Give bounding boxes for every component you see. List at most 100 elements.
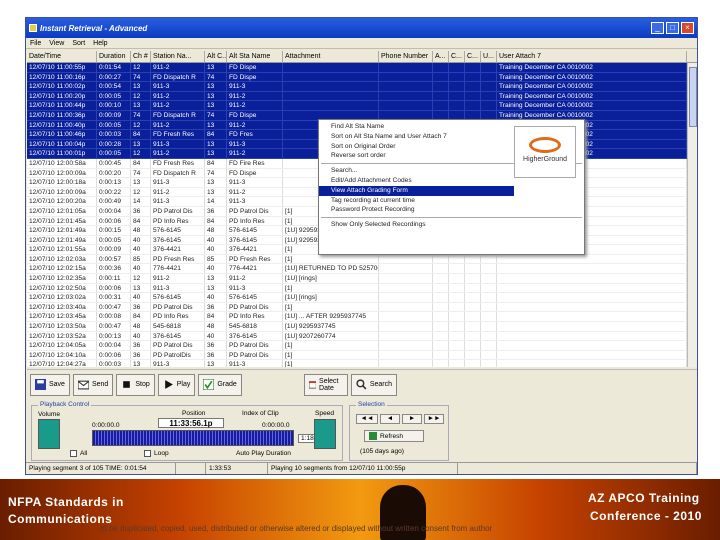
menu-file[interactable]: File (30, 40, 41, 47)
prev-button[interactable]: ◄ (380, 414, 400, 424)
table-cell (481, 283, 497, 293)
column-header[interactable]: Alt Sta Name (227, 51, 283, 62)
table-cell: 36 (205, 206, 227, 216)
column-header[interactable]: Ch # (131, 51, 151, 62)
loop-checkbox[interactable] (144, 450, 151, 457)
table-row[interactable]: 12/07/10 11:00:44p 0:00:10 13 911-2 13 911-2 T… (27, 101, 697, 111)
title-bar[interactable]: Instant Retrieval - Advanced _ □ × (26, 18, 697, 38)
table-cell (497, 293, 687, 302)
table-cell: 13 (131, 82, 151, 91)
table-row[interactable]: 12/07/10 12:04:05a 0:00:04 36 PD Patrol Dis… (27, 341, 697, 351)
column-header[interactable]: Station Na... (151, 51, 205, 62)
refresh-button[interactable]: Refresh (364, 430, 424, 442)
table-cell: 911-2 (151, 274, 205, 283)
column-header[interactable]: Duration (97, 51, 131, 62)
table-row[interactable]: 12/07/10 12:04:10a 0:00:06 36 PD PatrolDis 3… (27, 350, 697, 361)
table-cell: 0:00:05 (97, 120, 131, 130)
column-header[interactable]: A... (433, 51, 449, 62)
table-cell: 12/07/10 12:03:52a (27, 331, 97, 341)
table-row[interactable]: 12/07/10 12:02:03a 0:00:57 85 PD Fresh Res 8… (27, 254, 697, 265)
table-cell: 13 (131, 360, 151, 367)
scroll-thumb[interactable] (689, 67, 697, 127)
table-cell (433, 63, 449, 72)
table-row[interactable]: 12/07/10 12:03:50a 0:00:47 48 545-6818 48 545… (27, 322, 697, 332)
table-cell (283, 91, 379, 101)
maximize-button[interactable]: □ (666, 22, 679, 34)
table-row[interactable]: 12/07/10 12:03:52a 0:00:13 40 376-6145 40 376… (27, 331, 697, 342)
context-menu-item[interactable]: Sort on Original Order (319, 142, 514, 152)
column-header[interactable]: Date/Time (27, 51, 97, 62)
table-row[interactable]: 12/07/10 12:04:27a 0:00:03 13 911-3 13 911-3[… (27, 360, 697, 367)
first-button[interactable]: ◄◄ (356, 414, 378, 424)
context-menu-item[interactable]: Find Alt Sta Name (319, 122, 514, 132)
recordings-grid[interactable]: Date/Time Duration Ch # Station Na... Alt C.… (27, 51, 697, 367)
refresh-label: Refresh (380, 432, 404, 440)
table-row[interactable]: 12/07/10 11:00:16p 0:00:27 74 FD Dispatch R… (27, 72, 697, 83)
menu-sort[interactable]: Sort (72, 40, 85, 47)
table-row[interactable]: 12/07/10 12:02:50a 0:00:06 13 911-3 13 911-3[… (27, 283, 697, 294)
send-label: Send (91, 381, 109, 388)
table-cell: 84 (131, 158, 151, 168)
column-header[interactable]: User Attach 7 (497, 51, 687, 62)
table-cell (465, 341, 481, 350)
context-menu-item[interactable]: Reverse sort order (319, 151, 514, 161)
table-cell (283, 63, 379, 72)
table-cell: 12/07/10 12:00:09a (27, 168, 97, 178)
save-button[interactable]: Save (30, 373, 70, 396)
table-cell: 12/07/10 12:02:15a (27, 264, 97, 274)
table-cell: 911-2 (151, 187, 205, 197)
speed-slider[interactable] (314, 419, 336, 449)
table-row[interactable]: 12/07/10 12:03:02a 0:00:31 40 576-6145 40 576… (27, 293, 697, 303)
volume-slider[interactable] (38, 419, 60, 449)
menu-view[interactable]: View (49, 40, 64, 47)
context-menu-item[interactable]: Password Protect Recording (319, 205, 514, 215)
table-row[interactable]: 12/07/10 12:02:35a 0:00:11 12 911-2 13 911-2[… (27, 274, 697, 284)
column-header[interactable]: Attachment (283, 51, 379, 62)
table-row[interactable]: 12/07/10 11:00:02p 0:00:54 13 911-3 13 911-3 T… (27, 82, 697, 92)
column-header[interactable]: Alt C... (205, 51, 227, 62)
select-date-button[interactable]: Select Date (303, 373, 348, 396)
table-cell (481, 72, 497, 82)
minimize-button[interactable]: _ (651, 22, 664, 34)
context-menu-item[interactable]: Sort on Alt Sta Name and User Attach 7 (319, 132, 514, 142)
stop-button[interactable]: Stop (116, 373, 155, 396)
context-menu-item[interactable]: Show Only Selected Recordings (319, 220, 514, 230)
table-cell: Training December CA 0010002 (497, 91, 687, 101)
table-cell (497, 331, 687, 341)
table-cell: FD Dispatch R (151, 72, 205, 82)
table-row[interactable]: 12/07/10 12:03:45a 0:00:08 84 PD Info Res 84… (27, 312, 697, 323)
search-button[interactable]: Search (350, 373, 398, 396)
last-button[interactable]: ►► (424, 414, 444, 424)
table-row[interactable]: 12/07/10 11:00:20p 0:00:05 12 911-2 13 911-2 T… (27, 91, 697, 102)
table-cell (433, 350, 449, 360)
waveform-track[interactable] (92, 430, 294, 446)
play-button[interactable]: Play (157, 373, 196, 396)
send-button[interactable]: Send (72, 373, 114, 396)
table-cell: 40 (205, 293, 227, 302)
table-cell: PD Patrol Dis (227, 302, 283, 312)
table-cell: 13 (131, 178, 151, 187)
context-menu-item[interactable]: Edit/Add Attachment Codes (319, 176, 514, 186)
context-menu-item[interactable]: View Attach Grading Form (319, 185, 514, 196)
vertical-scrollbar[interactable] (687, 63, 697, 367)
menu-help[interactable]: Help (93, 40, 107, 47)
column-header[interactable]: C... (449, 51, 465, 62)
close-button[interactable]: × (681, 22, 694, 34)
calendar-icon (308, 381, 317, 389)
all-checkbox[interactable] (70, 450, 77, 457)
table-cell: 376-6145 (151, 331, 205, 341)
table-cell: 376-6145 (151, 235, 205, 245)
context-menu-item[interactable]: Search... (319, 166, 514, 176)
table-row[interactable]: 12/07/10 12:02:15a 0:00:36 40 776-4421 40 776… (27, 264, 697, 275)
grade-button[interactable]: Grade (198, 373, 242, 396)
column-header[interactable]: Phone Number (379, 51, 433, 62)
column-header[interactable]: U... (481, 51, 497, 62)
playback-control-label: Playback Control (38, 401, 92, 408)
table-row[interactable]: 12/07/10 11:00:55p 0:01:54 12 911-2 13 FD Dis… (27, 63, 697, 73)
table-cell: 12 (131, 63, 151, 72)
context-menu-item[interactable]: Tag recording at current time (319, 196, 514, 206)
table-row[interactable]: 12/07/10 12:03:40a 0:00:47 36 PD Patrol Dis… (27, 302, 697, 313)
column-header[interactable]: C... (465, 51, 481, 62)
next-button[interactable]: ► (402, 414, 422, 424)
table-cell (465, 82, 481, 91)
